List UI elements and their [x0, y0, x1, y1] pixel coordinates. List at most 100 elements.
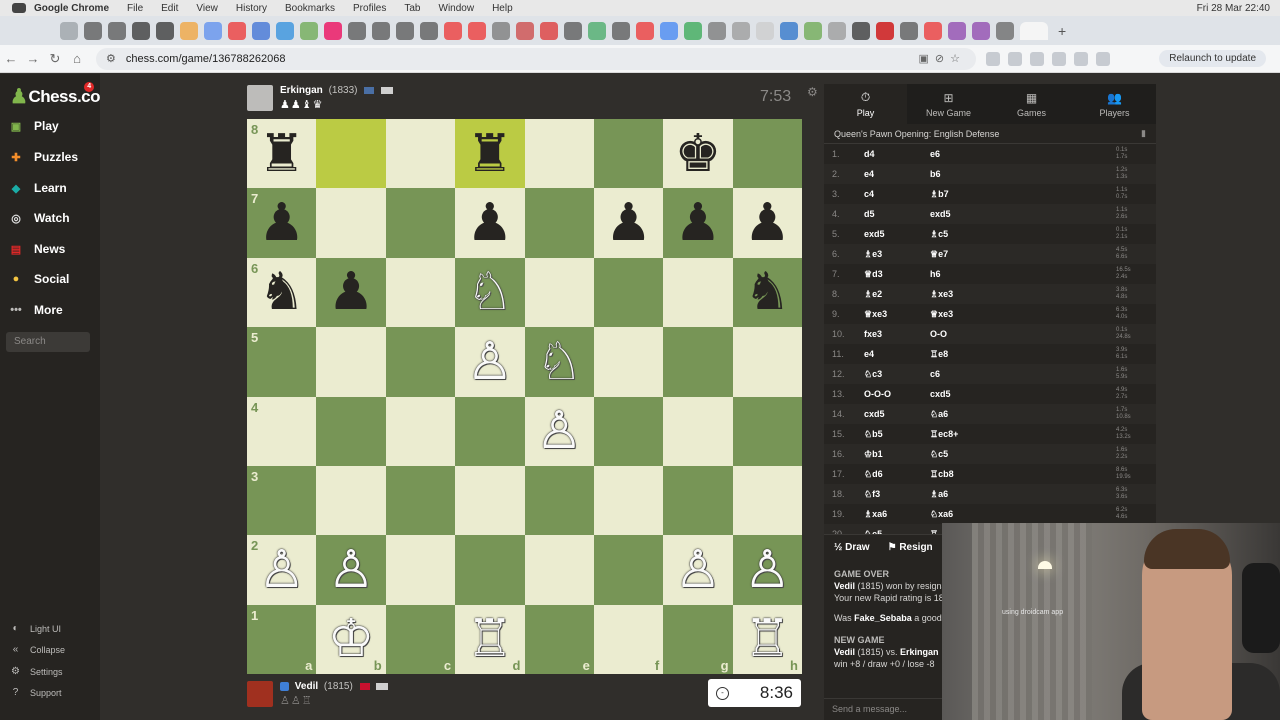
browser-tab[interactable]	[780, 21, 798, 40]
browser-tab[interactable]	[636, 21, 654, 40]
white-move[interactable]: ♘e5	[864, 529, 930, 535]
white-move[interactable]: cxd5	[864, 409, 930, 419]
piece-a8[interactable]: ♜	[258, 128, 305, 180]
menu-edit[interactable]: Edit	[161, 3, 178, 14]
square-b8[interactable]	[316, 119, 386, 189]
piece-d8[interactable]: ♜	[467, 128, 514, 180]
piece-d1[interactable]: ♖	[467, 613, 514, 665]
piece-h7[interactable]: ♟	[744, 197, 791, 249]
piece-a7[interactable]: ♟	[258, 197, 305, 249]
white-move[interactable]: ♕xe3	[864, 309, 930, 320]
square-d5[interactable]: ♙	[455, 327, 525, 397]
piece-a6[interactable]: ♞	[258, 266, 305, 318]
piece-b6[interactable]: ♟	[328, 266, 375, 318]
square-a8[interactable]: 8 ♜	[247, 119, 317, 189]
menu-window[interactable]: Window	[439, 3, 475, 14]
sidebar-footer-support[interactable]: ? Support	[10, 687, 62, 698]
browser-tab[interactable]	[804, 21, 822, 40]
white-move[interactable]: ♕d3	[864, 269, 930, 280]
new-tab-icon[interactable]: +	[1058, 23, 1066, 39]
square-g4[interactable]	[663, 396, 733, 466]
sidebar-footer-settings[interactable]: ⚙ Settings	[10, 666, 63, 677]
square-f2[interactable]	[593, 535, 664, 605]
reload-icon[interactable]: ↻	[44, 51, 66, 67]
square-d7[interactable]: ♟	[455, 188, 525, 258]
forward-icon[interactable]: →	[22, 51, 44, 66]
browser-tab[interactable]	[444, 21, 462, 40]
square-c5[interactable]	[385, 327, 456, 397]
piece-h1[interactable]: ♖	[744, 613, 791, 665]
square-d8[interactable]: ♜	[455, 119, 525, 189]
white-move[interactable]: c4	[864, 189, 930, 199]
black-move[interactable]: ♗a6	[930, 489, 1110, 500]
browser-tab[interactable]	[228, 21, 246, 40]
square-h8[interactable]	[732, 119, 802, 189]
browser-tab[interactable]	[756, 21, 774, 40]
browser-tab[interactable]	[348, 21, 366, 40]
menu-view[interactable]: View	[196, 3, 218, 14]
black-move[interactable]: ♗b7	[930, 189, 1110, 200]
menu-history[interactable]: History	[236, 3, 267, 14]
white-move[interactable]: d5	[864, 209, 930, 219]
square-c6[interactable]	[385, 257, 456, 328]
square-d2[interactable]	[455, 535, 525, 605]
square-a5[interactable]: 5	[247, 327, 317, 397]
square-e1[interactable]: e	[524, 604, 594, 674]
piece-g8[interactable]: ♚	[675, 128, 722, 180]
piece-b2[interactable]: ♙	[328, 544, 375, 596]
board-settings-icon[interactable]: ⚙	[807, 85, 818, 99]
piece-e4[interactable]: ♙	[536, 405, 583, 457]
square-f1[interactable]: f	[593, 604, 664, 674]
browser-tab[interactable]	[900, 21, 918, 40]
tab-players[interactable]: 👥 Players	[1073, 84, 1156, 124]
browser-tab[interactable]	[252, 21, 270, 40]
extension-icon[interactable]	[1074, 51, 1088, 66]
resign-button[interactable]: ⚑ Resign	[888, 542, 933, 553]
browser-tab[interactable]	[876, 21, 894, 40]
square-b3[interactable]	[316, 465, 386, 536]
square-a2[interactable]: 2 ♙	[247, 535, 317, 605]
square-b7[interactable]	[316, 188, 386, 258]
black-move[interactable]: h6	[930, 269, 1110, 279]
black-move[interactable]: ♘xa6	[930, 509, 1110, 520]
square-a7[interactable]: 7 ♟	[247, 188, 317, 258]
square-f6[interactable]	[593, 257, 664, 328]
browser-tab[interactable]	[996, 21, 1014, 40]
piece-d6[interactable]: ♘	[467, 266, 514, 318]
profile-avatar-icon[interactable]	[1096, 51, 1110, 66]
square-d4[interactable]	[455, 396, 525, 466]
avatar[interactable]	[247, 681, 273, 707]
square-f4[interactable]	[593, 396, 664, 466]
browser-tab[interactable]	[84, 21, 102, 40]
square-h3[interactable]	[732, 465, 802, 536]
extension-icon[interactable]	[1008, 51, 1022, 66]
square-c1[interactable]: c	[385, 604, 456, 674]
browser-tab[interactable]	[732, 21, 750, 40]
sidebar-item-puzzles[interactable]: ✚ Puzzles	[8, 149, 78, 165]
chess-board[interactable]: 8 ♜ ♜ ♚ 7 ♟ ♟ ♟ ♟ ♟ 6 ♞ ♟ ♘ ♞ 5 ♙ ♘ 4 ♙ 3 2 ♙ ♙ ♙ ♙ 1 a b ♔ c d ♖ e f g h ♖	[247, 119, 802, 674]
white-move[interactable]: exd5	[864, 229, 930, 239]
square-d6[interactable]: ♘	[455, 257, 525, 328]
square-b6[interactable]: ♟	[316, 257, 386, 328]
draw-button[interactable]: ½ Draw	[834, 542, 870, 553]
black-move[interactable]: ♖cb8	[930, 469, 1110, 480]
browser-tab[interactable]	[108, 21, 126, 40]
browser-tab[interactable]	[972, 21, 990, 40]
browser-tab[interactable]	[396, 21, 414, 40]
square-b2[interactable]: ♙	[316, 535, 386, 605]
browser-tab[interactable]	[828, 21, 846, 40]
white-move[interactable]: ♘c3	[864, 369, 930, 380]
browser-tab[interactable]	[948, 21, 966, 40]
browser-tab[interactable]	[564, 21, 582, 40]
chat-ng-name[interactable]: Vedil	[834, 647, 855, 657]
square-d1[interactable]: d ♖	[455, 604, 525, 674]
browser-tab[interactable]	[612, 21, 630, 40]
menu-tab[interactable]: Tab	[404, 3, 420, 14]
browser-tab[interactable]	[372, 21, 390, 40]
square-c8[interactable]	[385, 119, 456, 189]
sidebar-item-watch[interactable]: ◎ Watch	[8, 210, 69, 226]
white-move[interactable]: ♘f3	[864, 489, 930, 500]
square-e5[interactable]: ♘	[524, 327, 594, 397]
white-move[interactable]: ♘b5	[864, 429, 930, 440]
square-c2[interactable]	[385, 535, 456, 605]
